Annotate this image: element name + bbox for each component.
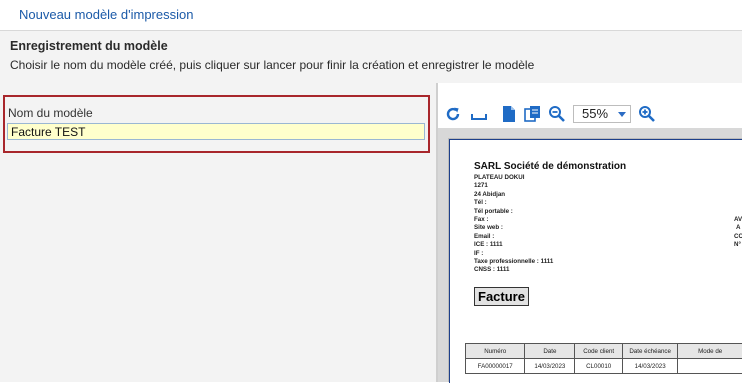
address-line: Email : bbox=[474, 233, 553, 241]
refresh-icon[interactable] bbox=[443, 104, 463, 124]
address-line: PLATEAU DOKUI bbox=[474, 174, 553, 182]
page-icon[interactable] bbox=[499, 104, 519, 124]
multi-page-icon[interactable] bbox=[523, 104, 543, 124]
address-line: IF : bbox=[474, 250, 553, 258]
client-line: A bbox=[734, 224, 742, 232]
client-line: CC bbox=[734, 233, 742, 241]
table-row: FA00000017 14/03/2023 CL00010 14/03/2023 bbox=[466, 359, 742, 374]
client-line: AV bbox=[734, 216, 742, 224]
address-line: Taxe professionnelle : 1111 bbox=[474, 258, 553, 266]
wizard-header: Enregistrement du modèle Choisir le nom … bbox=[0, 31, 742, 83]
address-line: Tél portable : bbox=[474, 208, 553, 216]
preview-toolbar: 55% bbox=[438, 100, 742, 128]
print-preview[interactable]: SARL Société de démonstration PLATEAU DO… bbox=[438, 128, 742, 382]
table-cell: 14/03/2023 bbox=[622, 359, 677, 374]
chevron-down-icon bbox=[618, 112, 626, 117]
preview-page: SARL Société de démonstration PLATEAU DO… bbox=[449, 139, 742, 383]
client-line: N° bbox=[734, 241, 742, 249]
invoice-header-table: Numéro Date Code client Date échéance Mo… bbox=[465, 343, 742, 374]
document-title: Facture bbox=[474, 287, 529, 306]
zoom-value: 55% bbox=[582, 106, 608, 121]
window-title: Nouveau modèle d'impression bbox=[19, 7, 193, 22]
column-header: Numéro bbox=[466, 344, 525, 359]
address-line: CNSS : 1111 bbox=[474, 266, 553, 274]
address-line: Site web : bbox=[474, 224, 553, 232]
address-line: Fax : bbox=[474, 216, 553, 224]
model-name-input[interactable] bbox=[7, 123, 425, 140]
address-line: Tél : bbox=[474, 199, 553, 207]
zoom-select[interactable]: 55% bbox=[573, 105, 631, 123]
model-name-label: Nom du modèle bbox=[8, 106, 93, 120]
table-cell: FA00000017 bbox=[466, 359, 525, 374]
address-line: 24 Abidjan bbox=[474, 191, 553, 199]
address-line: 1271 bbox=[474, 182, 553, 190]
zoom-in-icon[interactable] bbox=[637, 104, 657, 124]
column-header: Date échéance bbox=[622, 344, 677, 359]
address-line: ICE : 1111 bbox=[474, 241, 553, 249]
page-width-icon[interactable] bbox=[469, 104, 489, 124]
model-name-group: Nom du modèle bbox=[3, 95, 430, 153]
column-header: Mode de bbox=[678, 344, 742, 359]
table-cell bbox=[678, 359, 742, 374]
zoom-out-icon[interactable] bbox=[547, 104, 567, 124]
table-cell: CL00010 bbox=[575, 359, 623, 374]
column-header: Code client bbox=[575, 344, 623, 359]
column-header: Date bbox=[525, 344, 575, 359]
step-description: Choisir le nom du modèle créé, puis cliq… bbox=[10, 58, 534, 72]
company-name: SARL Société de démonstration bbox=[474, 161, 626, 172]
step-title: Enregistrement du modèle bbox=[10, 39, 168, 53]
table-header-row: Numéro Date Code client Date échéance Mo… bbox=[466, 344, 742, 359]
company-address: PLATEAU DOKUI 1271 24 Abidjan Tél : Tél … bbox=[474, 174, 553, 275]
title-bar: Nouveau modèle d'impression bbox=[0, 0, 742, 31]
table-cell: 14/03/2023 bbox=[525, 359, 575, 374]
client-block: AV A CC N° bbox=[734, 216, 742, 250]
